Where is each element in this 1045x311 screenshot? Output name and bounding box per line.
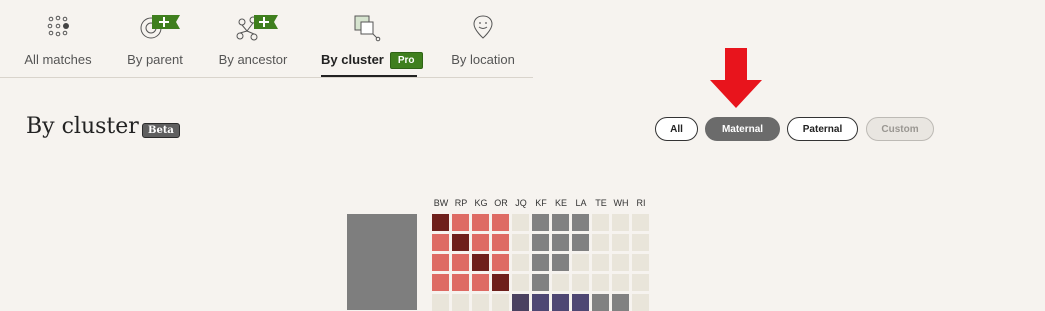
matrix-cell[interactable] bbox=[612, 214, 629, 231]
tab-label: By parent bbox=[127, 52, 183, 67]
matrix-cell[interactable] bbox=[432, 234, 449, 251]
column-header-kf[interactable]: KF bbox=[531, 198, 551, 208]
matrix-cell[interactable] bbox=[492, 214, 509, 231]
column-header-la[interactable]: LA bbox=[571, 198, 591, 208]
matrix-cell[interactable] bbox=[432, 214, 449, 231]
tab-by-parent[interactable]: By parent bbox=[122, 0, 188, 77]
matrix-cell[interactable] bbox=[592, 294, 609, 311]
filter-paternal-button[interactable]: Paternal bbox=[787, 117, 858, 141]
filter-all-button[interactable]: All bbox=[655, 117, 698, 141]
red-arrow-icon bbox=[710, 48, 762, 108]
matrix-cell[interactable] bbox=[612, 234, 629, 251]
tab-by-location[interactable]: By location bbox=[448, 0, 518, 77]
filter-maternal-button[interactable]: Maternal bbox=[705, 117, 780, 141]
cluster-sidebar-block bbox=[347, 214, 417, 310]
matrix-cell[interactable] bbox=[492, 294, 509, 311]
tab-label: By location bbox=[451, 52, 515, 67]
matrix-cell[interactable] bbox=[572, 214, 589, 231]
column-header-rp[interactable]: RP bbox=[451, 198, 471, 208]
matrix-cell[interactable] bbox=[632, 294, 649, 311]
matrix-cell[interactable] bbox=[492, 254, 509, 271]
column-header-bw[interactable]: BW bbox=[431, 198, 451, 208]
matrix-cell[interactable] bbox=[472, 274, 489, 291]
matrix-cell[interactable] bbox=[472, 254, 489, 271]
matrix-cell[interactable] bbox=[492, 234, 509, 251]
tab-by-ancestor[interactable]: By ancestor bbox=[216, 0, 290, 77]
tab-label: By ancestor bbox=[218, 52, 288, 67]
matrix-cell[interactable] bbox=[532, 234, 549, 251]
matrix-cell[interactable] bbox=[512, 294, 529, 311]
matrix-cell[interactable] bbox=[532, 274, 549, 291]
matrix-cell[interactable] bbox=[512, 254, 529, 271]
by-location-icon bbox=[473, 15, 493, 39]
matrix-cell[interactable] bbox=[432, 294, 449, 311]
column-header-te[interactable]: TE bbox=[591, 198, 611, 208]
filter-custom-button[interactable]: Custom bbox=[866, 117, 934, 141]
matrix-cell[interactable] bbox=[632, 274, 649, 291]
beta-badge: Beta bbox=[142, 123, 180, 138]
column-header-kg[interactable]: KG bbox=[471, 198, 491, 208]
matrix-cell[interactable] bbox=[452, 234, 469, 251]
tab-by-cluster[interactable]: By cluster Pro bbox=[321, 0, 423, 77]
matrix-cell[interactable] bbox=[552, 214, 569, 231]
matrix-cell[interactable] bbox=[592, 234, 609, 251]
matrix-cell[interactable] bbox=[572, 294, 589, 311]
column-header-or[interactable]: OR bbox=[491, 198, 511, 208]
matrix-cell[interactable] bbox=[592, 274, 609, 291]
pro-badge: Pro bbox=[389, 52, 423, 69]
matrix-cell[interactable] bbox=[612, 254, 629, 271]
matrix-cell[interactable] bbox=[612, 274, 629, 291]
column-header-ke[interactable]: KE bbox=[551, 198, 571, 208]
matrix-cell[interactable] bbox=[572, 254, 589, 271]
tab-label: All matches bbox=[24, 52, 92, 67]
column-header-ri[interactable]: RI bbox=[631, 198, 651, 208]
matrix-cell[interactable] bbox=[592, 214, 609, 231]
page-title: By cluster bbox=[26, 114, 139, 139]
matrix-cell[interactable] bbox=[512, 214, 529, 231]
matrix-cell[interactable] bbox=[552, 234, 569, 251]
view-tabs: All matches By parent By ancestor By clu… bbox=[0, 0, 533, 78]
matrix-cell[interactable] bbox=[552, 294, 569, 311]
matrix-cell[interactable] bbox=[452, 274, 469, 291]
matrix-cell[interactable] bbox=[472, 214, 489, 231]
matrix-cell[interactable] bbox=[552, 254, 569, 271]
by-parent-icon bbox=[140, 15, 180, 39]
tab-label-text: By cluster bbox=[321, 52, 384, 67]
matrix-cell[interactable] bbox=[532, 214, 549, 231]
matrix-cell[interactable] bbox=[612, 294, 629, 311]
matrix-cell[interactable] bbox=[492, 274, 509, 291]
matrix-cell[interactable] bbox=[632, 214, 649, 231]
by-cluster-icon bbox=[354, 15, 381, 42]
tab-all-matches[interactable]: All matches bbox=[20, 0, 96, 77]
matrix-cell[interactable] bbox=[532, 254, 549, 271]
matrix-cell[interactable] bbox=[512, 274, 529, 291]
matrix-cell[interactable] bbox=[452, 214, 469, 231]
by-ancestor-icon bbox=[236, 15, 278, 41]
matrix-cell[interactable] bbox=[512, 234, 529, 251]
matrix-cell[interactable] bbox=[432, 274, 449, 291]
matrix-cell[interactable] bbox=[452, 294, 469, 311]
matrix-cell[interactable] bbox=[632, 234, 649, 251]
matrix-cell[interactable] bbox=[572, 274, 589, 291]
all-matches-icon bbox=[47, 15, 69, 37]
matrix-cell[interactable] bbox=[552, 274, 569, 291]
matrix-cell[interactable] bbox=[592, 254, 609, 271]
matrix-cell[interactable] bbox=[572, 234, 589, 251]
matrix-cell[interactable] bbox=[432, 254, 449, 271]
matrix-cell[interactable] bbox=[452, 254, 469, 271]
column-header-jq[interactable]: JQ bbox=[511, 198, 531, 208]
matrix-cell[interactable] bbox=[472, 234, 489, 251]
tab-label: By cluster Pro bbox=[321, 52, 423, 69]
column-header-wh[interactable]: WH bbox=[611, 198, 631, 208]
matrix-cell[interactable] bbox=[532, 294, 549, 311]
matrix-cell[interactable] bbox=[472, 294, 489, 311]
matrix-cell[interactable] bbox=[632, 254, 649, 271]
